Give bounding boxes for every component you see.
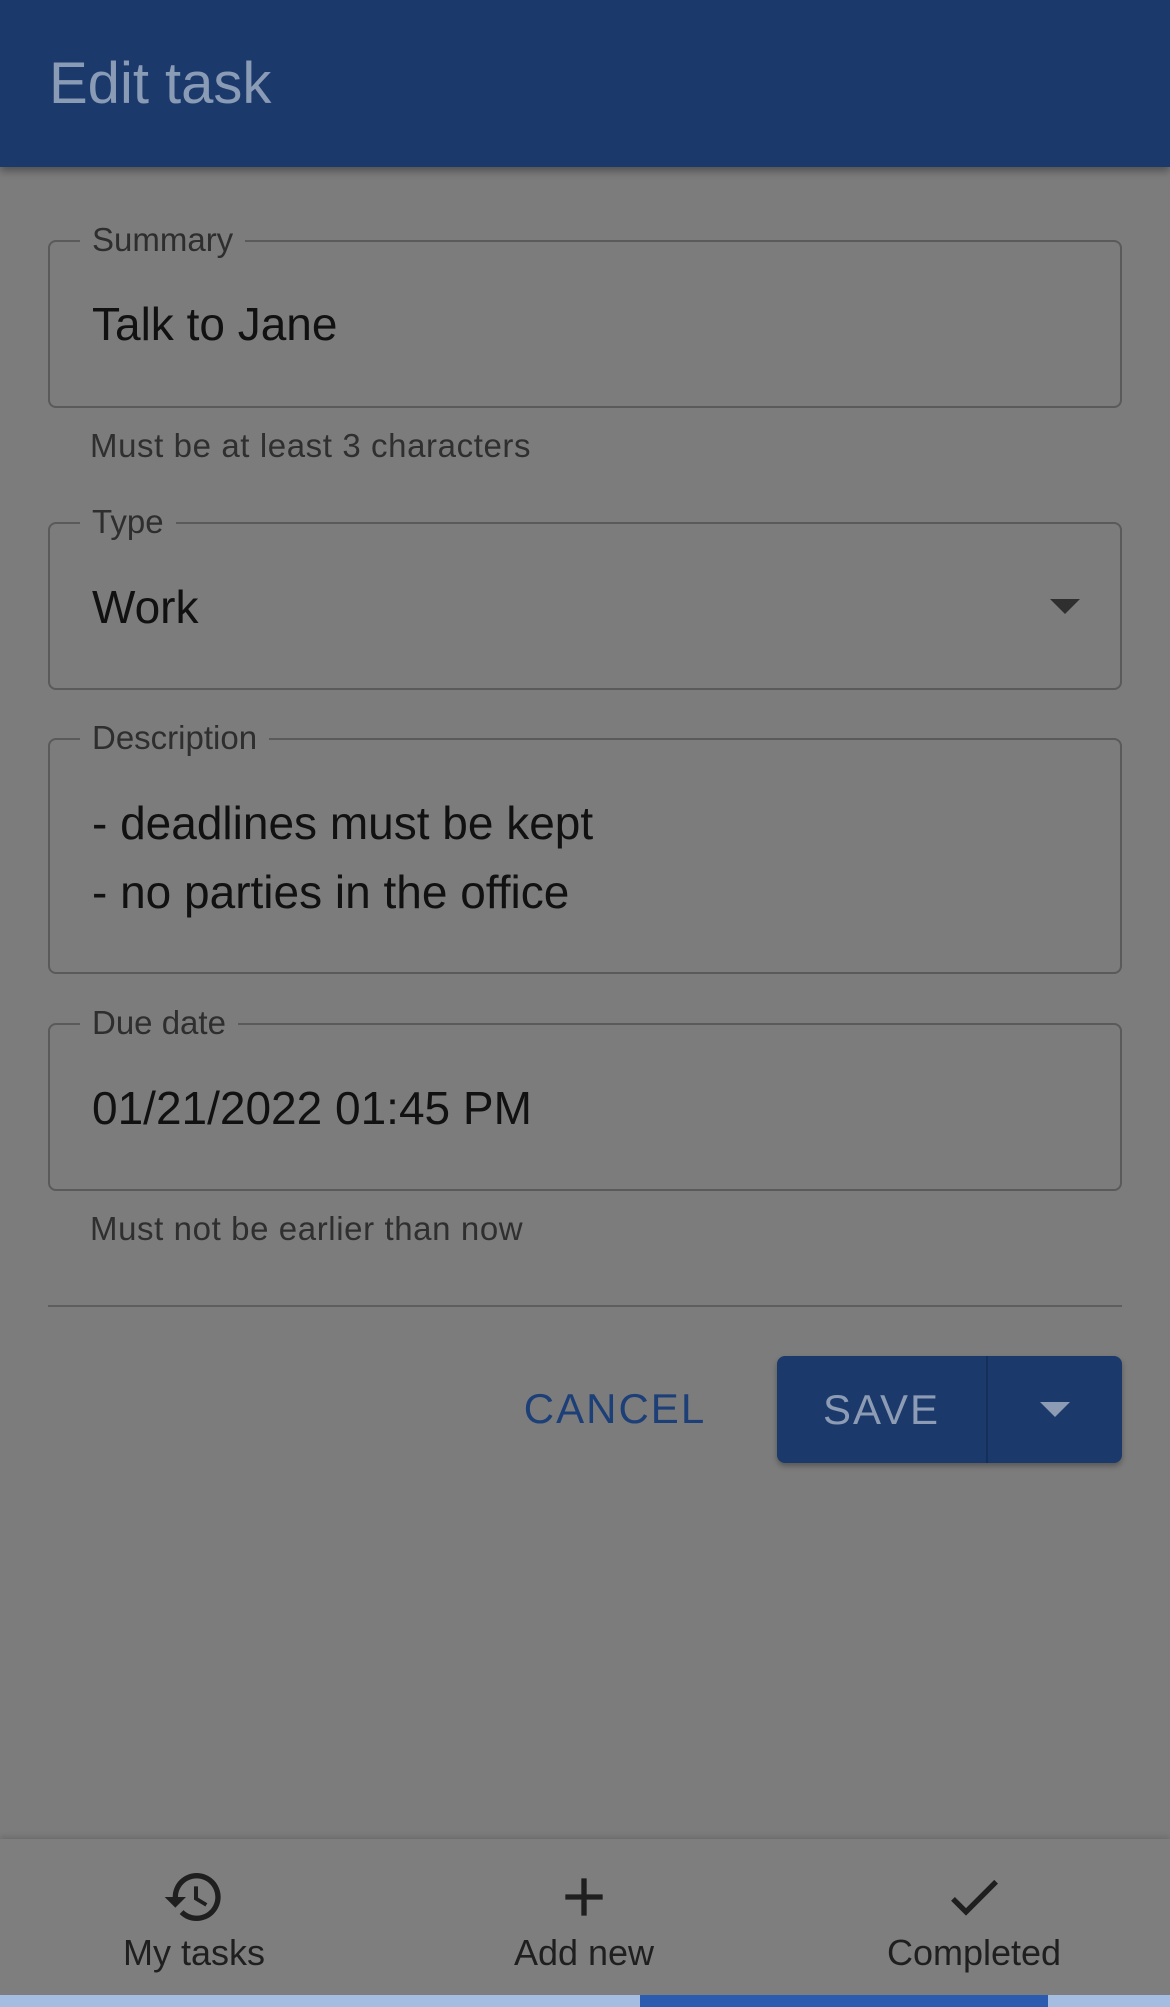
- type-select[interactable]: Type Work: [48, 502, 1122, 690]
- summary-helper-text: Must be at least 3 characters: [90, 427, 532, 464]
- due-date-field[interactable]: Due date 01/21/2022 01:45 PM: [48, 1003, 1122, 1191]
- app-bar: Edit task: [0, 0, 1170, 167]
- app-root: Edit task Summary Talk to Jane Must be a…: [0, 0, 1170, 2007]
- summary-label: Summary: [80, 220, 246, 260]
- page-title: Edit task: [49, 51, 272, 116]
- nav-label-my-tasks: My tasks: [122, 1932, 265, 1973]
- description-line-2: - no parties in the office: [92, 866, 570, 918]
- description-line-1: - deadlines must be kept: [92, 797, 594, 849]
- chevron-down-icon: [1040, 1402, 1070, 1417]
- due-date-helper-text: Must not be earlier than now: [90, 1210, 524, 1247]
- due-date-label: Due date: [80, 1003, 238, 1043]
- type-value: Work: [92, 581, 199, 633]
- save-options-button[interactable]: [986, 1356, 1122, 1463]
- bottom-progress-bar: [0, 1995, 1170, 2007]
- due-date-input[interactable]: 01/21/2022 01:45 PM: [92, 1081, 532, 1135]
- history-icon: [164, 1873, 221, 1921]
- save-button[interactable]: SAVE: [777, 1356, 986, 1463]
- bottom-navigation: My tasks Add new Completed: [0, 1839, 1170, 2007]
- summary-field[interactable]: Summary Talk to Jane: [48, 220, 1122, 408]
- description-label: Description: [80, 718, 270, 758]
- nav-item-add-new[interactable]: Add new: [484, 1839, 684, 1997]
- nav-item-my-tasks[interactable]: My tasks: [94, 1839, 294, 1997]
- nav-item-completed[interactable]: Completed: [864, 1839, 1084, 1997]
- nav-label-completed: Completed: [886, 1932, 1062, 1973]
- description-field[interactable]: Description - deadlines must be kept - n…: [48, 718, 1122, 974]
- type-label: Type: [80, 502, 176, 542]
- divider: [48, 1305, 1122, 1307]
- check-icon: [951, 1879, 998, 1916]
- save-button-group: SAVE: [777, 1356, 1122, 1463]
- summary-input[interactable]: Talk to Jane: [92, 297, 337, 351]
- plus-icon: [565, 1878, 603, 1916]
- bottom-progress-bar-active: [640, 1995, 1048, 2007]
- chevron-down-icon: [1050, 599, 1080, 614]
- nav-label-add-new: Add new: [513, 1932, 655, 1973]
- cancel-button[interactable]: CANCEL: [515, 1355, 715, 1463]
